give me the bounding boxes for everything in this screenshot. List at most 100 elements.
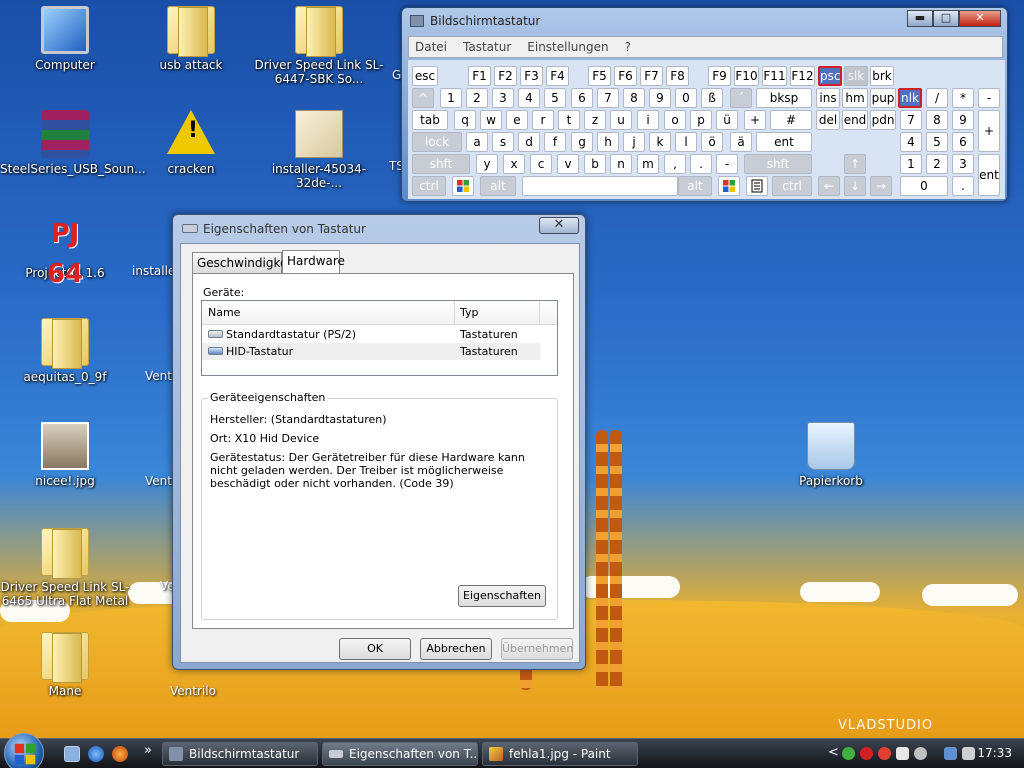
key-r[interactable]: r [532,110,554,130]
key-plus[interactable]: + [744,110,766,130]
key-o-umlaut[interactable]: ö [701,132,723,152]
desktop-icon-driver-sl6465[interactable]: Driver Speed Link SL-6465 Ultra Flat Met… [0,528,130,608]
key-5[interactable]: 5 [544,88,566,108]
key-arrow-right[interactable]: → [870,176,892,196]
key-t[interactable]: t [558,110,580,130]
key-delete[interactable]: del [816,110,840,130]
key-o[interactable]: o [664,110,686,130]
key-numpad-divide[interactable]: / [926,88,948,108]
cancel-button[interactable]: Abbrechen [420,638,492,660]
key-numpad-subtract[interactable]: - [978,88,1000,108]
device-row[interactable]: Standardtastatur (PS/2) Tastaturen [202,326,540,343]
menu-datei[interactable]: Datei [415,40,447,54]
key-alt-gr[interactable]: alt [678,176,712,196]
key-eszett[interactable]: ß [701,88,723,108]
key-numpad-4[interactable]: 4 [900,132,922,152]
menu-help[interactable]: ? [625,40,631,54]
quick-launch-overflow[interactable]: » [144,743,152,758]
key-numpad-1[interactable]: 1 [900,154,922,174]
no-entry-icon[interactable] [860,747,873,760]
menu-tastatur[interactable]: Tastatur [463,40,511,54]
key-num-lock[interactable]: nlk [898,88,922,108]
key-scroll-lock[interactable]: slk [844,66,868,86]
desktop-icon-driver-sl6447[interactable]: Driver Speed Link SL-6447-SBK So... [254,6,384,86]
key-end[interactable]: end [842,110,868,130]
volume-icon[interactable] [962,747,975,760]
clock[interactable]: 17:33 [977,746,1012,760]
key-l[interactable]: l [675,132,697,152]
key-1[interactable]: 1 [440,88,462,108]
network-user-icon[interactable] [842,747,855,760]
security-icon[interactable] [878,747,891,760]
internet-explorer-icon[interactable] [88,746,104,762]
key-f11[interactable]: F11 [762,66,787,86]
key-i[interactable]: i [637,110,659,130]
key-f1[interactable]: F1 [468,66,491,86]
key-8[interactable]: 8 [623,88,645,108]
desktop-icon-usb-attack[interactable]: usb attack [126,6,256,72]
maximize-button[interactable]: □ [933,10,959,27]
column-header-name[interactable]: Name [208,306,240,319]
key-4[interactable]: 4 [518,88,540,108]
key-enter[interactable]: ent [756,132,812,152]
key-f12[interactable]: F12 [790,66,815,86]
key-7[interactable]: 7 [597,88,619,108]
key-y[interactable]: y [476,154,498,174]
key-left-ctrl[interactable]: ctrl [412,176,446,196]
desktop-icon-installer-45034[interactable]: installer-45034-32de-... [254,110,384,190]
desktop-icon-nicee-jpg[interactable]: nicee!.jpg [0,422,130,488]
key-k[interactable]: k [649,132,671,152]
key-9[interactable]: 9 [649,88,671,108]
desktop-icon-ventrilo-label[interactable]: Ventrilo [170,684,216,698]
key-f10[interactable]: F10 [734,66,759,86]
key-2[interactable]: 2 [466,88,488,108]
key-3[interactable]: 3 [492,88,514,108]
key-numpad-0[interactable]: 0 [900,176,948,196]
key-tab[interactable]: tab [412,110,448,130]
key-h[interactable]: h [597,132,619,152]
key-f3[interactable]: F3 [520,66,543,86]
key-acute[interactable]: ´ [730,88,752,108]
key-numpad-add[interactable]: + [978,110,1000,152]
key-w[interactable]: w [480,110,502,130]
key-f9[interactable]: F9 [708,66,731,86]
close-button[interactable]: ✕ [539,217,579,234]
key-numpad-9[interactable]: 9 [952,110,974,130]
key-left-shift[interactable]: shft [412,154,470,174]
tab-hardware[interactable]: Hardware [282,250,345,274]
key-break[interactable]: brk [870,66,894,86]
desktop-icon-partial-label[interactable]: G [392,68,401,82]
taskbar-button-eigenschaften[interactable]: Eigenschaften von T... [322,742,478,766]
key-numpad-3[interactable]: 3 [952,154,974,174]
key-f6[interactable]: F6 [614,66,637,86]
key-arrow-down[interactable]: ↓ [844,176,866,196]
key-q[interactable]: q [454,110,476,130]
tab-geschwindigkeit[interactable]: Geschwindigkeit [192,252,295,274]
desktop-icon-steelseries[interactable]: SteelSeries_USB_Soun... [0,110,146,176]
column-header-type[interactable]: Typ [460,306,479,319]
key-u[interactable]: u [610,110,632,130]
start-button[interactable] [4,733,44,768]
key-numpad-2[interactable]: 2 [926,154,948,174]
key-arrow-up[interactable]: ↑ [844,154,866,174]
key-left-alt[interactable]: alt [480,176,516,196]
close-button[interactable]: ✕ [959,10,1001,27]
key-e[interactable]: e [506,110,528,130]
key-menu[interactable] [746,176,768,196]
key-j[interactable]: j [623,132,645,152]
key-print-screen[interactable]: psc [818,66,842,86]
key-0[interactable]: 0 [675,88,697,108]
key-numpad-enter[interactable]: ent [978,154,1000,196]
desktop-icon-aequitas[interactable]: aequitas_0_9f [0,318,130,384]
tray-expand-chevron-icon[interactable]: < [828,745,839,760]
key-f5[interactable]: F5 [588,66,611,86]
key-numpad-7[interactable]: 7 [900,110,922,130]
devices-list[interactable]: Name Typ Standardtastatur (PS/2) Tastatu… [201,300,558,376]
chart-icon[interactable] [896,747,909,760]
key-numpad-multiply[interactable]: * [952,88,974,108]
key-minus[interactable]: - [716,154,738,174]
properties-button[interactable]: Eigenschaften [458,585,546,607]
key-v[interactable]: v [557,154,579,174]
key-m[interactable]: m [637,154,659,174]
key-numpad-8[interactable]: 8 [926,110,948,130]
